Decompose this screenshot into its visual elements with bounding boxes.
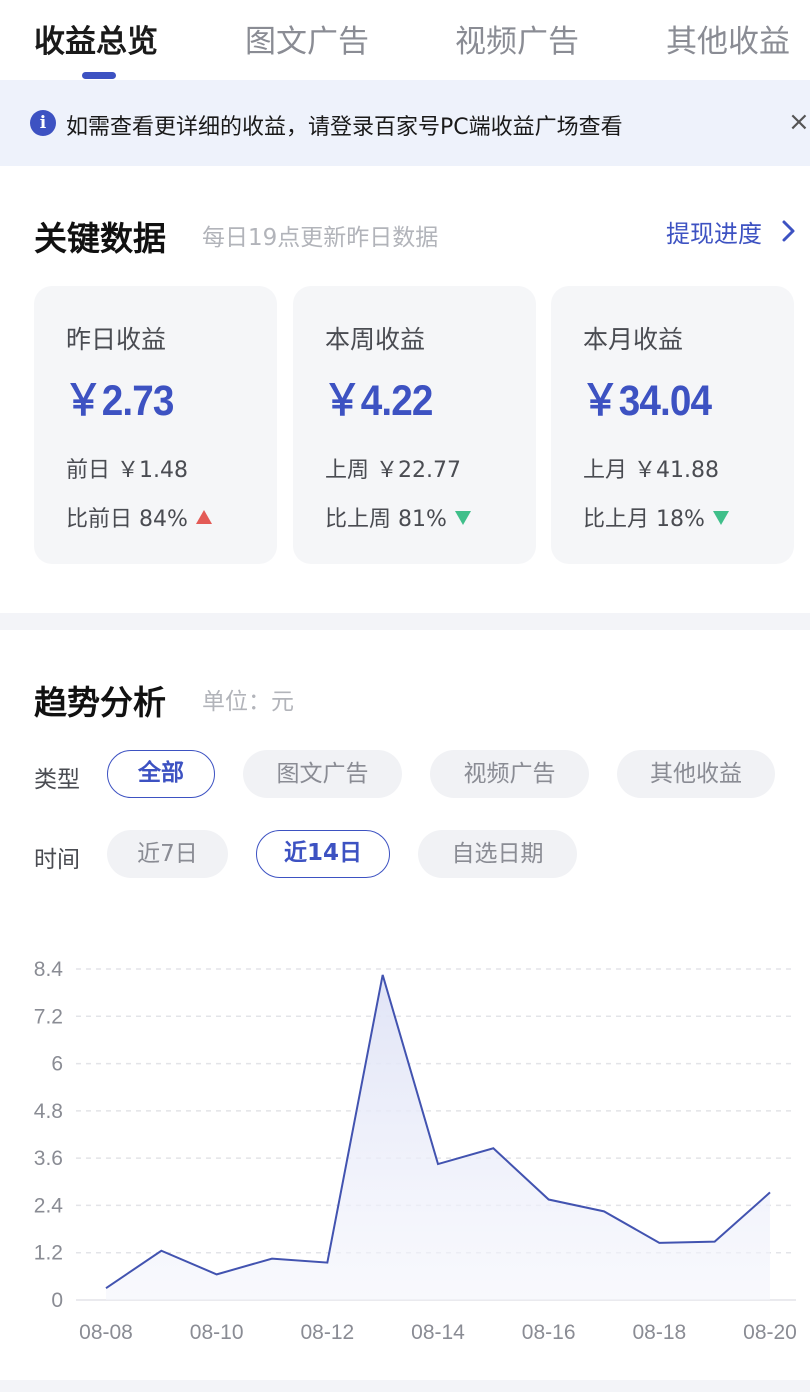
- type-chip-other[interactable]: 其他收益: [617, 750, 775, 798]
- time-chip-7d[interactable]: 近7日: [107, 830, 228, 878]
- type-chip-video[interactable]: 视频广告: [430, 750, 589, 798]
- x-tick-label: 08-12: [300, 1321, 354, 1344]
- y-tick-label: 8.4: [34, 958, 64, 981]
- key-data-subtitle: 每日19点更新昨日数据: [202, 225, 439, 251]
- card-previous: 上周 ￥22.77: [325, 458, 461, 483]
- chart-area-fill: [106, 974, 770, 1300]
- compare-text: 比上月 18%: [583, 507, 705, 532]
- card-value: ￥4.22: [323, 377, 433, 425]
- trend-up-icon: [195, 510, 212, 524]
- x-tick-label: 08-08: [79, 1321, 133, 1344]
- chart-y-axis: 0 1.2 2.4 3.6 4.8 6 7.2 8.4: [34, 958, 64, 1312]
- type-chip-all[interactable]: 全部: [107, 750, 215, 798]
- tab-video-ads[interactable]: 视频广告: [455, 16, 579, 61]
- trend-down-icon: [454, 511, 471, 525]
- y-tick-label: 2.4: [34, 1194, 64, 1217]
- income-trend-chart: 0 1.2 2.4 3.6 4.8 6 7.2 8.4 08-08 08-10 08-12 08-1…: [34, 958, 797, 1344]
- trend-unit: 单位：元: [202, 689, 294, 715]
- x-tick-label: 08-16: [522, 1321, 576, 1344]
- x-tick-label: 08-14: [411, 1321, 465, 1344]
- y-tick-label: 7.2: [34, 1005, 63, 1028]
- card-value: ￥34.04: [581, 377, 712, 425]
- x-tick-label: 08-10: [190, 1321, 244, 1344]
- card-label: 本月收益: [583, 325, 684, 354]
- close-icon[interactable]: ×: [788, 108, 810, 136]
- trend-down-icon: [712, 511, 729, 525]
- card-compare: 比上月 18%: [583, 501, 729, 533]
- y-tick-label: 4.8: [34, 1100, 63, 1123]
- card-value: ￥2.73: [64, 377, 174, 425]
- week-income-card[interactable]: 本周收益 ￥4.22 上周 ￥22.77 比上周 81%: [293, 286, 536, 564]
- y-tick-label: 6: [51, 1053, 63, 1076]
- type-filter-label: 类型: [34, 767, 80, 793]
- notice-text: 如需查看更详细的收益，请登录百家号PC端收益广场查看: [66, 115, 623, 140]
- card-compare: 比前日 84%: [66, 501, 212, 533]
- active-tab-indicator: [82, 72, 116, 79]
- x-tick-label: 08-20: [743, 1321, 797, 1344]
- tab-bar: 收益总览 图文广告 视频广告 其他收益: [0, 0, 810, 80]
- tab-overview[interactable]: 收益总览: [34, 16, 158, 61]
- time-filter-label: 时间: [34, 847, 80, 873]
- time-chip-custom[interactable]: 自选日期: [418, 830, 577, 878]
- yesterday-income-card[interactable]: 昨日收益 ￥2.73 前日 ￥1.48 比前日 84%: [34, 286, 277, 564]
- key-data-title: 关键数据: [34, 219, 166, 258]
- tab-other-income[interactable]: 其他收益: [666, 16, 790, 61]
- y-tick-label: 3.6: [34, 1147, 63, 1170]
- time-chip-14d[interactable]: 近14日: [256, 830, 390, 878]
- chevron-right-icon[interactable]: [778, 218, 800, 244]
- type-chip-image-text[interactable]: 图文广告: [243, 750, 402, 798]
- withdraw-progress-link[interactable]: 提现进度: [666, 214, 762, 249]
- card-previous: 上月 ￥41.88: [583, 458, 719, 483]
- card-compare: 比上周 81%: [325, 501, 471, 533]
- month-income-card[interactable]: 本月收益 ￥34.04 上月 ￥41.88 比上月 18%: [551, 286, 794, 564]
- trend-title: 趋势分析: [34, 683, 166, 722]
- y-tick-label: 0: [51, 1289, 63, 1312]
- card-previous: 前日 ￥1.48: [66, 458, 188, 483]
- y-tick-label: 1.2: [34, 1242, 63, 1265]
- chart-x-axis: 08-08 08-10 08-12 08-14 08-16 08-18 08-20: [79, 1321, 797, 1344]
- x-tick-label: 08-18: [632, 1321, 686, 1344]
- card-label: 本周收益: [325, 325, 426, 354]
- card-label: 昨日收益: [66, 325, 167, 354]
- tab-image-text-ads[interactable]: 图文广告: [245, 16, 369, 61]
- compare-text: 比上周 81%: [325, 507, 447, 532]
- compare-text: 比前日 84%: [66, 507, 188, 532]
- info-icon: i: [30, 110, 56, 136]
